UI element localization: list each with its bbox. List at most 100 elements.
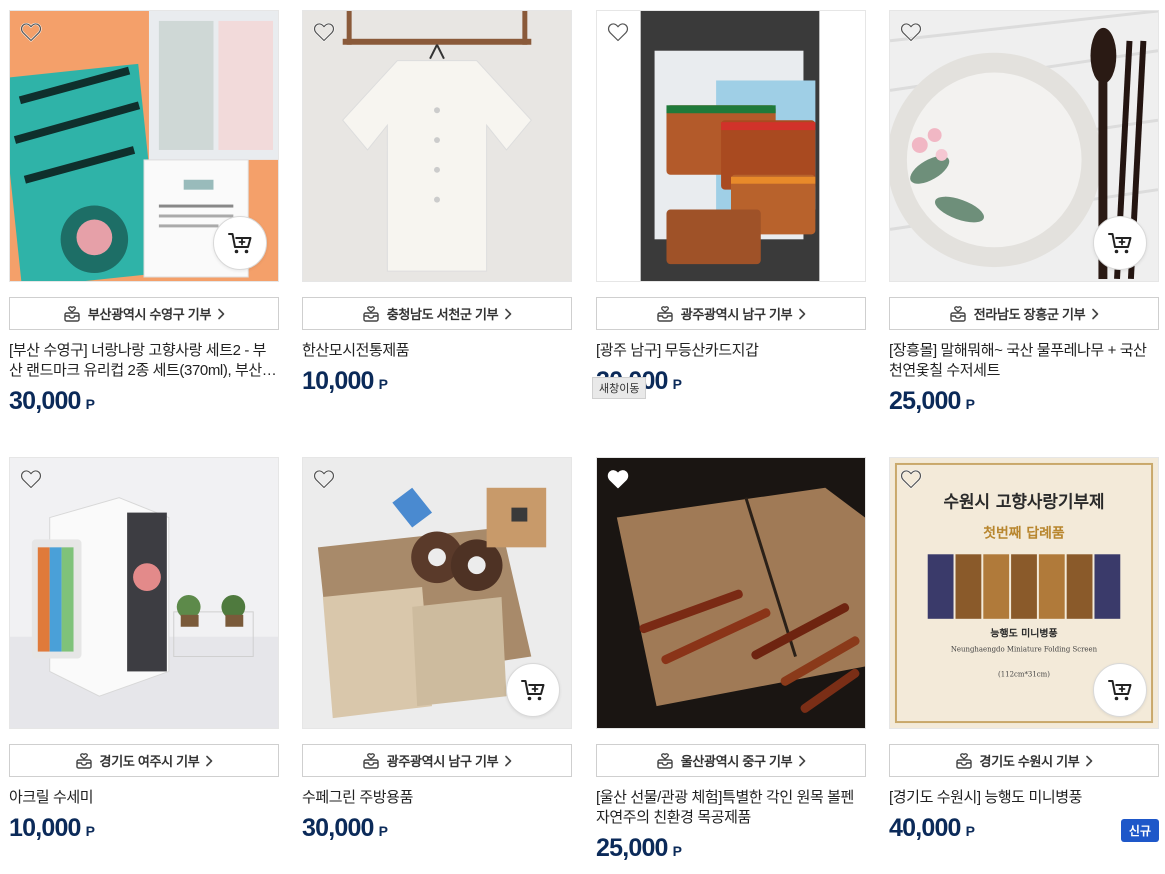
new-window-tooltip: 새창이동 — [592, 377, 647, 399]
product-name[interactable]: 수페그린 주방용품 — [302, 788, 572, 808]
product-price: 10,000 P — [302, 367, 572, 396]
product-price: 40,000 P — [889, 814, 1159, 843]
product-card[interactable]: 광주광역시 남구 기부 [광주 남구] 무등산카드지갑 30,000 P 새창이… — [592, 10, 866, 399]
price-value: 25,000 — [889, 387, 961, 415]
product-price: 30,000 P — [302, 814, 572, 843]
product-image[interactable] — [596, 10, 866, 282]
chevron-right-icon — [217, 308, 225, 320]
add-to-cart-button[interactable] — [1093, 216, 1147, 270]
donate-region-link[interactable]: 충청남도 서천군 기부 — [302, 297, 572, 330]
poster-title: 수원시 고향사랑기부제 — [944, 492, 1105, 512]
product-image[interactable] — [9, 457, 279, 729]
donate-region-link[interactable]: 광주광역시 남구 기부 — [302, 744, 572, 777]
like-heart-icon[interactable] — [312, 467, 336, 491]
price-unit: P — [672, 376, 683, 392]
price-value: 30,000 — [302, 814, 374, 842]
like-heart-icon[interactable] — [606, 467, 630, 491]
poster-size: (112cm*31cm) — [998, 670, 1050, 678]
add-to-cart-button[interactable] — [213, 216, 267, 270]
price-unit: P — [965, 396, 976, 412]
donate-region-link[interactable]: 울산광역시 중구 기부 — [596, 744, 866, 777]
chevron-right-icon — [504, 308, 512, 320]
product-card[interactable]: 수원시 고향사랑기부제 첫번째 답례품 능행도 미니병풍 Neunghaengd… — [889, 457, 1159, 843]
donate-box-icon — [75, 752, 93, 770]
donate-region-link[interactable]: 광주광역시 남구 기부 — [596, 297, 866, 330]
price-unit: P — [378, 376, 389, 392]
donate-box-icon — [362, 752, 380, 770]
chevron-right-icon — [798, 755, 806, 767]
poster-subtitle: 첫번째 답례품 — [983, 524, 1065, 541]
donate-region-link[interactable]: 전라남도 장흥군 기부 — [889, 297, 1159, 330]
product-name[interactable]: [울산 선물/관광 체험]특별한 각인 원목 볼펜 자연주의 친환경 목공제품 — [596, 788, 866, 828]
price-unit: P — [85, 396, 96, 412]
like-heart-icon[interactable] — [19, 467, 43, 491]
product-image[interactable] — [302, 10, 572, 282]
product-name[interactable]: 한산모시전통제품 — [302, 341, 572, 361]
new-badge: 신규 — [1120, 819, 1159, 842]
donate-region-label: 광주광역시 남구 기부 — [680, 307, 793, 322]
product-image[interactable] — [889, 10, 1159, 282]
chevron-right-icon — [205, 755, 213, 767]
donate-region-label: 부산광역시 수영구 기부 — [87, 307, 212, 322]
price-unit: P — [965, 823, 976, 839]
poster-caption-en: Neunghaengdo Miniature Folding Screen — [951, 646, 1098, 654]
poster-caption-ko: 능행도 미니병풍 — [990, 627, 1057, 640]
chevron-right-icon — [504, 755, 512, 767]
like-heart-icon[interactable] — [606, 20, 630, 44]
chevron-right-icon — [1091, 308, 1099, 320]
like-heart-icon[interactable] — [19, 20, 43, 44]
donate-region-label: 광주광역시 남구 기부 — [386, 754, 499, 769]
acrylic-scrubber-box-photo — [10, 458, 278, 728]
donate-box-icon — [362, 305, 380, 323]
ramie-shirt-photo — [303, 11, 571, 281]
product-card[interactable]: 경기도 여주시 기부 아크릴 수세미 10,000 P — [9, 457, 279, 843]
product-card[interactable]: 부산광역시 수영구 기부 [부산 수영구] 너랑나랑 고향사랑 세트2 - 부산… — [9, 10, 279, 416]
like-heart-icon[interactable] — [312, 20, 336, 44]
add-to-cart-button[interactable] — [506, 663, 560, 717]
product-image[interactable] — [596, 457, 866, 729]
like-heart-icon[interactable] — [899, 467, 923, 491]
donate-box-icon — [949, 305, 967, 323]
price-value: 10,000 — [302, 367, 374, 395]
donate-region-link[interactable]: 경기도 여주시 기부 — [9, 744, 279, 777]
product-name[interactable]: [부산 수영구] 너랑나랑 고향사랑 세트2 - 부산 랜드마크 유리컵 2종 … — [9, 341, 279, 381]
product-image[interactable]: 수원시 고향사랑기부제 첫번째 답례품 능행도 미니병풍 Neunghaengd… — [889, 457, 1159, 729]
donate-box-icon — [955, 752, 973, 770]
like-heart-icon[interactable] — [899, 20, 923, 44]
product-name[interactable]: [장흥몰] 말해뭐해~ 국산 물푸레나무 + 국산 천연옻칠 수저세트 — [889, 341, 1159, 381]
product-price: 30,000 P — [9, 387, 279, 416]
price-value: 10,000 — [9, 814, 81, 842]
price-unit: P — [672, 843, 683, 859]
donate-region-label: 전라남도 장흥군 기부 — [973, 307, 1086, 322]
price-value: 40,000 — [889, 814, 961, 842]
price-unit: P — [378, 823, 389, 839]
price-value: 30,000 — [9, 387, 81, 415]
donate-region-label: 경기도 여주시 기부 — [99, 754, 200, 769]
donate-region-link[interactable]: 경기도 수원시 기부 — [889, 744, 1159, 777]
chevron-right-icon — [798, 308, 806, 320]
product-name[interactable]: 아크릴 수세미 — [9, 788, 279, 808]
product-card[interactable]: 광주광역시 남구 기부 수페그린 주방용품 30,000 P — [302, 457, 572, 843]
product-price: 25,000 P — [596, 834, 866, 863]
price-value: 25,000 — [596, 834, 668, 862]
donate-region-label: 경기도 수원시 기부 — [979, 754, 1080, 769]
chevron-right-icon — [1085, 755, 1093, 767]
product-card[interactable]: 전라남도 장흥군 기부 [장흥몰] 말해뭐해~ 국산 물푸레나무 + 국산 천연… — [889, 10, 1159, 416]
wooden-pen-set-photo — [597, 458, 865, 728]
product-card[interactable]: 충청남도 서천군 기부 한산모시전통제품 10,000 P — [302, 10, 572, 396]
donate-region-link[interactable]: 부산광역시 수영구 기부 — [9, 297, 279, 330]
donate-box-icon — [656, 305, 674, 323]
price-unit: P — [85, 823, 96, 839]
product-image[interactable] — [9, 10, 279, 282]
donate-region-label: 울산광역시 중구 기부 — [680, 754, 793, 769]
product-price: 10,000 P — [9, 814, 279, 843]
leather-card-wallet-photo — [597, 11, 865, 281]
product-card[interactable]: 울산광역시 중구 기부 [울산 선물/관광 체험]특별한 각인 원목 볼펜 자연… — [596, 457, 866, 863]
donate-region-label: 충청남도 서천군 기부 — [386, 307, 499, 322]
product-price: 25,000 P — [889, 387, 1159, 416]
product-image[interactable] — [302, 457, 572, 729]
product-name[interactable]: [경기도 수원시] 능행도 미니병풍 — [889, 788, 1159, 808]
donate-box-icon — [656, 752, 674, 770]
add-to-cart-button[interactable] — [1093, 663, 1147, 717]
product-name[interactable]: [광주 남구] 무등산카드지갑 — [596, 341, 866, 361]
